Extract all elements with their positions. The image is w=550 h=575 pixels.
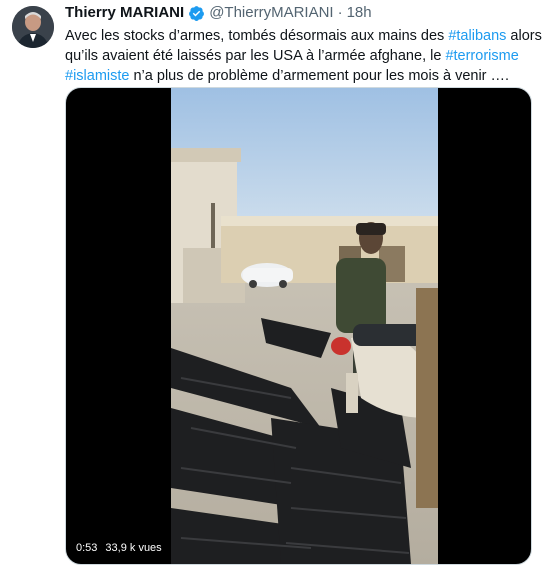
video-views: 33,9 k vues [105,542,162,554]
author-name[interactable]: Thierry MARIANI [65,3,184,23]
tweet-text-line-3: #islamiste n’a plus de problème d’armeme… [65,66,535,86]
verified-badge-icon [188,5,205,22]
hashtag-islamiste[interactable]: #islamiste [65,68,129,84]
text-segment: n’a plus de problème d’armement pour les… [129,68,510,84]
hashtag-terrorisme[interactable]: #terrorisme [445,48,518,64]
separator-dot: · [337,4,343,21]
author-handle[interactable]: @ThierryMARIANI [209,3,333,23]
hashtag-talibans[interactable]: #talibans [448,28,506,44]
video-frame[interactable] [171,88,438,564]
tweet-text: Avec les stocks d’armes, tombés désormai… [65,26,542,86]
text-segment: alors [506,28,542,44]
tweet-timestamp[interactable]: 18h [347,3,372,23]
video-overlay: 0:53 33,9 k vues [76,542,162,554]
avatar[interactable] [12,6,54,48]
tweet-header: Thierry MARIANI @ThierryMARIANI · 18h [65,3,372,23]
tweet-text-line-2: qu’ils avaient été laissés par les USA à… [65,46,535,66]
video-player[interactable]: 0:53 33,9 k vues [65,87,532,565]
text-segment: qu’ils avaient été laissés par les USA à… [65,48,446,64]
tweet-text-line-1: Avec les stocks d’armes, tombés désormai… [65,26,542,46]
video-duration: 0:53 [76,542,98,554]
text-segment: Avec les stocks d’armes, tombés désormai… [65,28,449,44]
tweet[interactable]: Thierry MARIANI @ThierryMARIANI · 18h Av… [0,0,550,575]
